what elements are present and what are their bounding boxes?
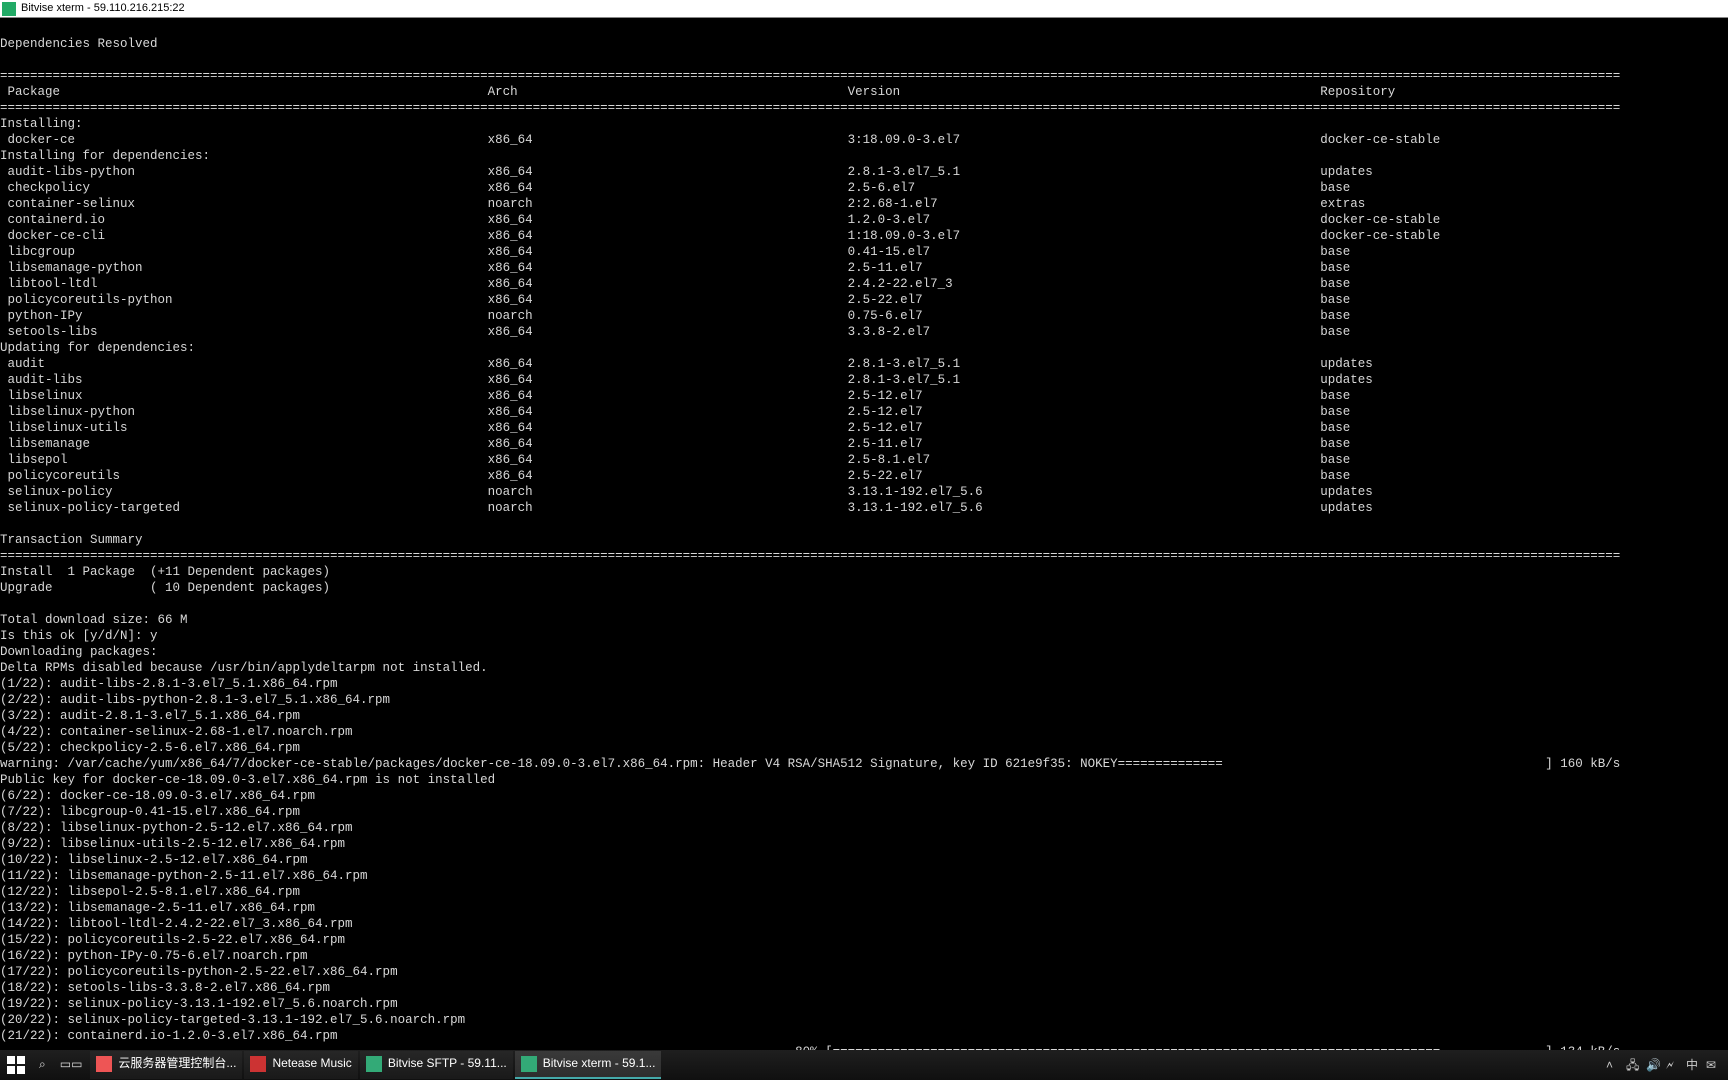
search-button[interactable]: ⌕ bbox=[33, 1051, 52, 1079]
taskview-icon: ▭▭ bbox=[60, 1057, 83, 1072]
task-label: Bitvise SFTP - 59.11... bbox=[388, 1056, 507, 1071]
task-label: Netease Music bbox=[272, 1056, 351, 1071]
windows-icon bbox=[7, 1056, 25, 1074]
app-icon bbox=[2, 2, 16, 16]
window-title: Bitvise xterm - 59.110.216.215:22 bbox=[21, 1, 185, 15]
task-icon bbox=[521, 1056, 537, 1072]
taskbar-task-1[interactable]: Netease Music bbox=[244, 1051, 357, 1079]
tray-volume-icon[interactable]: 🔊 bbox=[1646, 1058, 1660, 1072]
tray-battery-icon[interactable]: 🗲 bbox=[1666, 1058, 1680, 1072]
tray-chevron-icon[interactable]: ˄ bbox=[1606, 1058, 1620, 1072]
window-titlebar[interactable]: Bitvise xterm - 59.110.216.215:22 bbox=[0, 0, 1728, 18]
system-tray[interactable]: ˄ 🖧 🔊 🗲 中 ✉ bbox=[1606, 1058, 1728, 1072]
terminal-output[interactable]: Dependencies Resolved ==================… bbox=[0, 18, 1728, 1050]
taskbar-task-2[interactable]: Bitvise SFTP - 59.11... bbox=[360, 1051, 513, 1079]
tray-ime-icon[interactable]: 中 bbox=[1686, 1058, 1700, 1072]
task-icon bbox=[366, 1056, 382, 1072]
taskview-button[interactable]: ▭▭ bbox=[54, 1051, 89, 1079]
task-label: Bitvise xterm - 59.1... bbox=[543, 1056, 656, 1071]
tray-notifications-icon[interactable]: ✉ bbox=[1706, 1058, 1720, 1072]
taskbar[interactable]: ⌕ ▭▭ 云服务器管理控制台... Netease Music Bitvise SF… bbox=[0, 1050, 1728, 1080]
taskbar-task-3[interactable]: Bitvise xterm - 59.1... bbox=[515, 1051, 662, 1079]
tray-network-icon[interactable]: 🖧 bbox=[1626, 1058, 1640, 1072]
taskbar-task-0[interactable]: 云服务器管理控制台... bbox=[90, 1051, 242, 1079]
task-label: 云服务器管理控制台... bbox=[118, 1056, 236, 1071]
task-icon bbox=[96, 1056, 112, 1072]
search-icon: ⌕ bbox=[39, 1057, 46, 1072]
start-button[interactable] bbox=[1, 1051, 31, 1079]
task-icon bbox=[250, 1056, 266, 1072]
